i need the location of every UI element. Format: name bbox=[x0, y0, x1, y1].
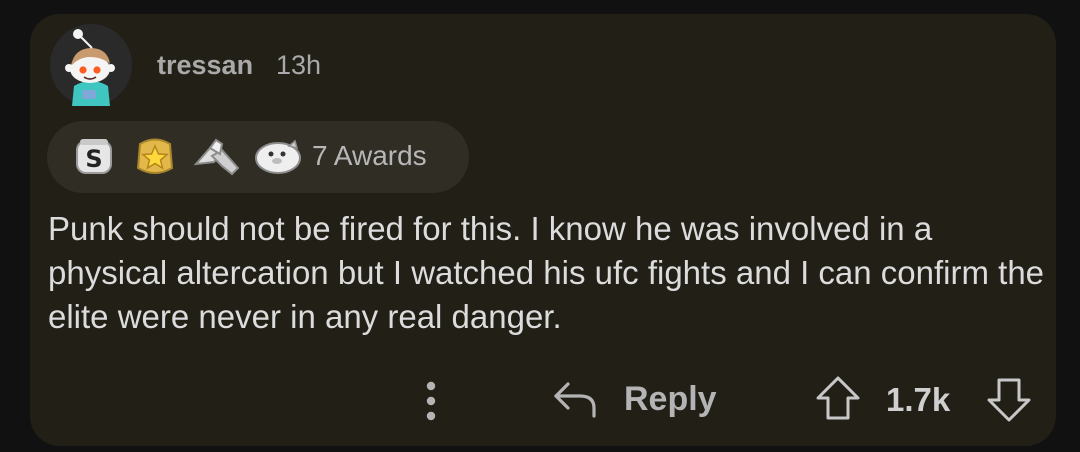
downvote-arrow-icon[interactable] bbox=[985, 376, 1033, 424]
awards-count: 7 Awards bbox=[312, 140, 427, 171]
svg-text:S: S bbox=[85, 145, 102, 173]
awards-pill[interactable]: S 7 Awards bbox=[47, 121, 469, 193]
seal-award-icon bbox=[255, 139, 301, 174]
reply-button[interactable]: Reply bbox=[552, 376, 728, 428]
silver-award-icon: S bbox=[76, 139, 112, 174]
more-vertical-icon[interactable] bbox=[418, 378, 444, 424]
comment-body: Punk should not be fired for this. I kno… bbox=[48, 210, 1045, 335]
helpful-star-award-icon bbox=[136, 138, 174, 174]
timestamp: 13h bbox=[276, 50, 322, 80]
upvote-arrow-icon[interactable] bbox=[814, 374, 862, 422]
reddit-snoo-avatar-icon bbox=[50, 24, 132, 106]
vote-score: 1.7k bbox=[886, 381, 951, 418]
username[interactable]: tressan bbox=[157, 50, 253, 81]
reply-label: Reply bbox=[624, 380, 717, 418]
handshake-award-icon bbox=[193, 138, 240, 176]
reply-arrow-icon bbox=[554, 382, 596, 418]
avatar[interactable] bbox=[50, 24, 132, 106]
